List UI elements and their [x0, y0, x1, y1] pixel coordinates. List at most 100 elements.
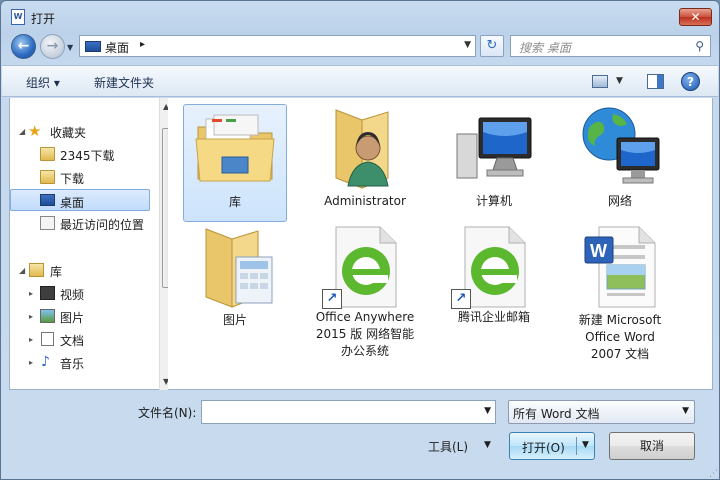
resize-grip-icon[interactable]: ⋰ [709, 469, 718, 479]
open-dialog-window: W 打开 ✕ ← → ▼ 桌面 ▸ ▼ ↻ 搜索 桌面 ⚲ 组织 ▾ 新建文件夹… [0, 0, 720, 480]
file-item-label: 腾讯企业邮箱 [457, 310, 530, 324]
tools-dropdown-icon[interactable]: ▼ [484, 440, 491, 450]
help-icon[interactable]: ? [681, 72, 700, 91]
sidebar-item-documents[interactable]: ▸ 文档 [10, 328, 150, 350]
file-list-pane: 库 Administrator 计算机 网络 图片 ↗ Office Anywh… [168, 98, 713, 390]
file-item-library[interactable]: 库 [183, 104, 287, 222]
sidebar-item-label: 图片 [60, 311, 85, 325]
network-icon [582, 107, 660, 184]
breadcrumb-arrow-icon[interactable]: ▸ [140, 39, 145, 50]
word-document-icon: W [584, 226, 656, 308]
file-item-pictures[interactable]: 图片 [183, 223, 287, 341]
sidebar-item-downloads[interactable]: 下载 [10, 166, 150, 188]
library-folder-icon [195, 114, 275, 182]
download-folder-icon [40, 170, 55, 184]
expand-icon[interactable]: ▸ [29, 358, 33, 367]
file-item-word-document[interactable]: W 新建 Microsoft Office Word 2007 文档 [568, 223, 672, 373]
filetype-value: 所有 Word 文档 [513, 407, 600, 421]
sidebar-item-label: 2345下载 [60, 149, 115, 163]
refresh-button[interactable]: ↻ [480, 35, 504, 57]
navigation-pane: ◢ ★ 收藏夹 2345下载 下载 桌面 最近访问的位置 ◢ 库 ▸ 视频 ▸ … [9, 98, 174, 390]
sidebar-item-videos[interactable]: ▸ 视频 [10, 282, 150, 304]
back-button[interactable]: ← [11, 34, 36, 59]
user-folder-icon [335, 109, 389, 189]
filetype-dropdown-icon[interactable]: ▼ [682, 406, 689, 416]
address-bar[interactable]: 桌面 ▸ ▼ [79, 35, 476, 57]
sidebar-item-pictures[interactable]: ▸ 图片 [10, 305, 150, 327]
sidebar-item-2345-downloads[interactable]: 2345下载 [10, 143, 150, 165]
ie-shortcut-icon: ↗ [322, 223, 408, 309]
sidebar-item-label: 收藏夹 [50, 126, 87, 140]
sidebar-item-favorites[interactable]: ◢ ★ 收藏夹 [10, 120, 150, 142]
tools-menu[interactable]: 工具(L) [428, 438, 468, 455]
sidebar-item-music[interactable]: ▸ ♪ 音乐 [10, 351, 150, 373]
sidebar-item-label: 文档 [60, 334, 85, 348]
picture-icon [40, 309, 55, 323]
sidebar-item-library[interactable]: ◢ 库 [10, 259, 150, 281]
word-app-icon: W [11, 9, 25, 25]
music-icon: ♪ [41, 354, 50, 370]
file-item-office-anywhere[interactable]: ↗ Office Anywhere 2015 版 网络智能办公系统 [313, 223, 417, 393]
search-input[interactable]: 搜索 桌面 ⚲ [510, 35, 711, 57]
open-button[interactable]: 打开(O) ▼ [509, 432, 595, 460]
library-icon [29, 263, 44, 277]
file-item-label: 库 [228, 195, 241, 209]
desktop-icon [40, 194, 55, 206]
forward-button[interactable]: → [40, 34, 65, 59]
svg-text:W: W [590, 241, 607, 261]
sidebar-item-label: 最近访问的位置 [60, 218, 145, 232]
search-icon[interactable]: ⚲ [695, 39, 704, 53]
file-item-label: 网络 [607, 194, 632, 208]
expand-icon[interactable]: ▸ [29, 312, 33, 321]
new-folder-button[interactable]: 新建文件夹 [94, 74, 154, 91]
view-dropdown-icon[interactable]: ▼ [616, 76, 623, 86]
change-view-icon[interactable] [592, 75, 608, 88]
sidebar-item-recent-places[interactable]: 最近访问的位置 [10, 212, 150, 234]
video-icon [40, 286, 55, 300]
shortcut-arrow-icon: ↗ [322, 289, 342, 309]
address-dropdown-icon[interactable]: ▼ [464, 40, 471, 50]
file-item-label: Administrator [324, 194, 406, 208]
close-button[interactable]: ✕ [679, 8, 712, 26]
sidebar-item-label: 库 [50, 265, 63, 279]
title-bar[interactable]: W 打开 ✕ [1, 1, 719, 33]
filename-dropdown-icon[interactable]: ▼ [484, 406, 491, 416]
window-title: 打开 [31, 12, 56, 26]
folder-icon [40, 147, 55, 161]
open-button-label: 打开(O) [522, 441, 565, 455]
file-item-label: 计算机 [475, 194, 512, 208]
recent-pages-dropdown[interactable]: ▼ [67, 43, 73, 52]
file-item-tencent-mail[interactable]: ↗ 腾讯企业邮箱 [442, 223, 546, 341]
collapse-icon[interactable]: ◢ [19, 127, 25, 136]
collapse-icon[interactable]: ◢ [19, 266, 25, 275]
sidebar-item-label: 音乐 [60, 357, 85, 371]
expand-icon[interactable]: ▸ [29, 289, 33, 298]
file-item-network[interactable]: 网络 [568, 104, 672, 222]
file-item-label: Office Anywhere 2015 版 网络智能办公系统 [315, 310, 415, 358]
filetype-select[interactable]: 所有 Word 文档 ▼ [508, 400, 695, 424]
sidebar-item-label: 桌面 [60, 196, 85, 210]
split-separator [576, 437, 577, 455]
file-item-label: 新建 Microsoft Office Word 2007 文档 [578, 313, 662, 361]
document-icon [41, 332, 54, 346]
preview-pane-icon[interactable] [647, 74, 664, 89]
file-item-administrator[interactable]: Administrator [313, 104, 417, 222]
filename-label: 文件名(N): [138, 406, 197, 420]
shortcut-arrow-icon: ↗ [451, 289, 471, 309]
file-item-label: 图片 [222, 313, 247, 327]
sidebar-item-label: 下载 [60, 172, 85, 186]
ie-shortcut-icon: ↗ [451, 223, 537, 309]
cancel-button[interactable]: 取消 [609, 432, 695, 460]
organize-menu[interactable]: 组织 ▾ [26, 74, 60, 91]
computer-icon [456, 117, 532, 179]
address-location[interactable]: 桌面 [105, 39, 129, 56]
file-item-computer[interactable]: 计算机 [442, 104, 546, 222]
sidebar-item-desktop[interactable]: 桌面 [10, 189, 150, 211]
open-options-dropdown-icon[interactable]: ▼ [582, 440, 589, 450]
search-placeholder: 搜索 桌面 [519, 41, 571, 55]
expand-icon[interactable]: ▸ [29, 335, 33, 344]
sidebar-item-label: 视频 [60, 288, 85, 302]
pictures-folder-icon [205, 228, 273, 308]
recent-places-icon [40, 216, 55, 230]
filename-input[interactable]: ▼ [201, 400, 496, 424]
